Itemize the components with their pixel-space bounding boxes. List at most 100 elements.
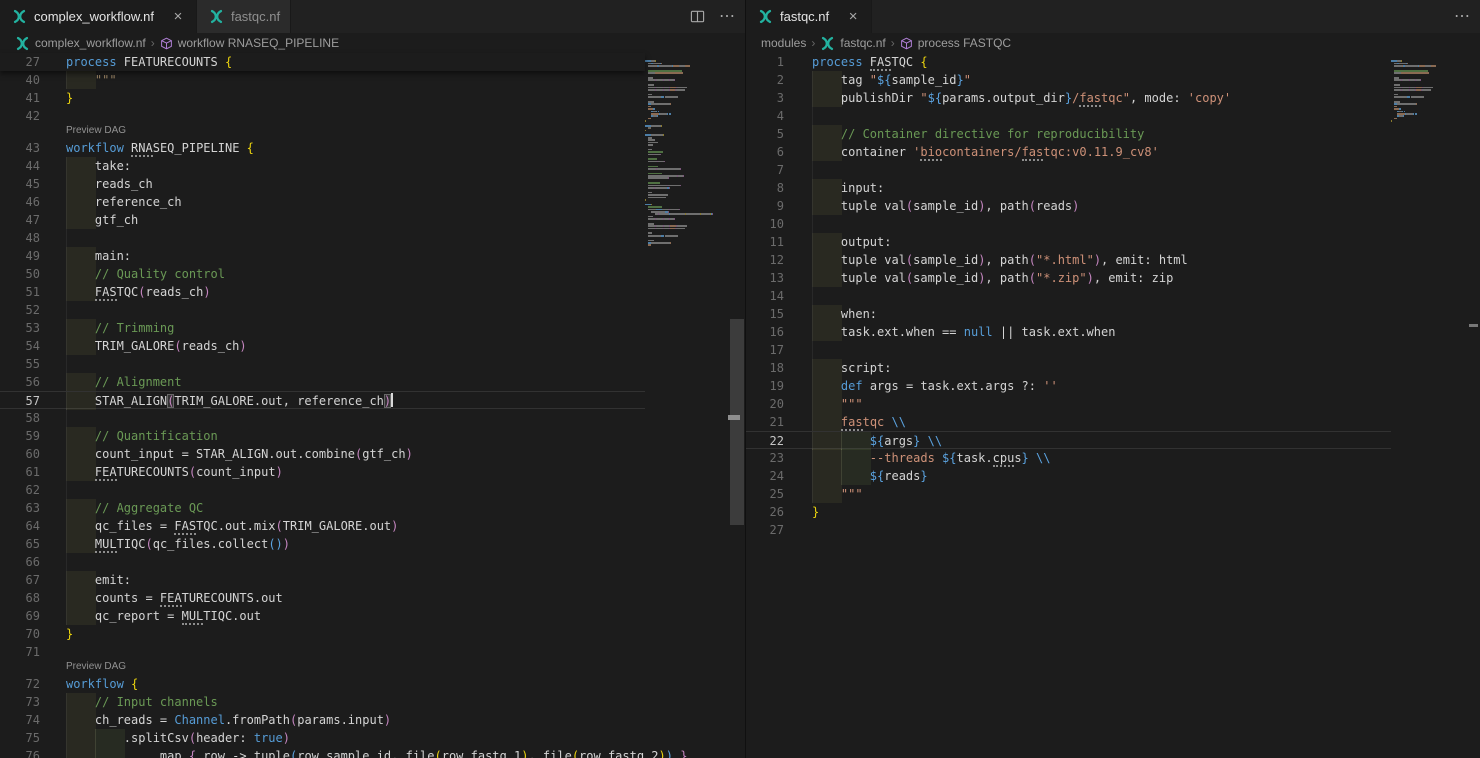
code-text[interactable]: // Input channels [66, 693, 218, 711]
code-text[interactable]: } [66, 625, 73, 643]
code-text[interactable]: gtf_ch [66, 211, 138, 229]
tab-fastqc.nf[interactable]: fastqc.nf [197, 0, 291, 33]
code-text[interactable]: qc_files = FASTQC.out.mix(TRIM_GALORE.ou… [66, 517, 398, 535]
code-text[interactable]: // Quality control [66, 265, 225, 283]
line-number[interactable]: 61 [0, 463, 40, 481]
code-text[interactable]: // Trimming [66, 319, 174, 337]
code-text[interactable]: process FEATURECOUNTS { [66, 53, 232, 71]
line-number[interactable]: 48 [0, 229, 40, 247]
line-number[interactable]: 1 [746, 53, 784, 71]
line-number[interactable]: 11 [746, 233, 784, 251]
codelens-preview-dag[interactable]: Preview DAG [66, 661, 126, 672]
code-text[interactable]: ${reads} [812, 467, 928, 485]
line-number[interactable]: 53 [0, 319, 40, 337]
line-number[interactable]: 17 [746, 341, 784, 359]
line-number[interactable]: 7 [746, 161, 784, 179]
line-number[interactable]: 69 [0, 607, 40, 625]
breadcrumb-item[interactable]: process FASTQC [900, 36, 1011, 50]
line-number[interactable]: 64 [0, 517, 40, 535]
code-text[interactable]: when: [812, 305, 877, 323]
line-number[interactable]: 71 [0, 643, 40, 661]
line-number[interactable]: 56 [0, 373, 40, 391]
line-number[interactable]: 27 [0, 53, 40, 71]
code-text[interactable]: take: [66, 157, 131, 175]
code-text[interactable]: ch_reads = Channel.fromPath(params.input… [66, 711, 391, 729]
breadcrumb-item[interactable]: modules [761, 36, 806, 50]
code-text[interactable]: .map { row -> tuple(row.sample_id, file(… [66, 747, 687, 758]
split-editor-icon[interactable] [690, 9, 705, 24]
code-text[interactable]: TRIM_GALORE(reads_ch) [66, 337, 247, 355]
code-text[interactable]: input: [812, 179, 884, 197]
line-number[interactable]: 10 [746, 215, 784, 233]
line-number[interactable]: 18 [746, 359, 784, 377]
line-number[interactable]: 45 [0, 175, 40, 193]
code-text[interactable]: workflow { [66, 675, 138, 693]
sticky-scroll-line[interactable]: 27 process FEATURECOUNTS { [0, 53, 645, 71]
line-number[interactable]: 72 [0, 675, 40, 693]
code-text[interactable]: counts = FEATURECOUNTS.out [66, 589, 283, 607]
line-number[interactable]: 76 [0, 747, 40, 758]
line-number[interactable]: 40 [0, 71, 40, 89]
line-number[interactable]: 58 [0, 409, 40, 427]
code-text[interactable]: reads_ch [66, 175, 153, 193]
line-number[interactable]: 59 [0, 427, 40, 445]
code-text[interactable]: .splitCsv(header: true) [66, 729, 290, 747]
line-number[interactable]: 57 [0, 392, 40, 410]
line-number[interactable]: 12 [746, 251, 784, 269]
code-text[interactable]: tag "${sample_id}" [812, 71, 971, 89]
more-actions-icon[interactable]: ⋯ [1454, 12, 1470, 22]
line-number[interactable]: 19 [746, 377, 784, 395]
line-number[interactable]: 73 [0, 693, 40, 711]
code-text[interactable]: --threads ${task.cpus} \\ [812, 449, 1050, 467]
line-number[interactable]: 49 [0, 247, 40, 265]
line-number[interactable]: 52 [0, 301, 40, 319]
tab-complex_workflow.nf[interactable]: complex_workflow.nf× [0, 0, 197, 33]
line-number[interactable]: 42 [0, 107, 40, 125]
close-icon[interactable]: × [170, 9, 186, 25]
code-text[interactable]: output: [812, 233, 891, 251]
code-text[interactable]: FEATURECOUNTS(count_input) [66, 463, 283, 481]
more-actions-icon[interactable]: ⋯ [719, 12, 735, 22]
tab-fastqc.nf[interactable]: fastqc.nf× [746, 0, 872, 33]
line-number[interactable]: 74 [0, 711, 40, 729]
line-number[interactable]: 66 [0, 553, 40, 571]
code-text[interactable]: process FASTQC { [812, 53, 928, 71]
code-text[interactable]: count_input = STAR_ALIGN.out.combine(gtf… [66, 445, 413, 463]
line-number[interactable]: 6 [746, 143, 784, 161]
line-number[interactable]: 24 [746, 467, 784, 485]
line-number[interactable]: 67 [0, 571, 40, 589]
breadcrumb-item[interactable]: fastqc.nf [820, 36, 885, 51]
code-text[interactable]: STAR_ALIGN(TRIM_GALORE.out, reference_ch… [66, 392, 393, 410]
line-number[interactable]: 9 [746, 197, 784, 215]
line-number[interactable]: 21 [746, 413, 784, 431]
line-number[interactable]: 60 [0, 445, 40, 463]
code-text[interactable]: script: [812, 359, 891, 377]
code-text[interactable]: task.ext.when == null || task.ext.when [812, 323, 1115, 341]
code-text[interactable]: // Alignment [66, 373, 182, 391]
line-number[interactable]: 47 [0, 211, 40, 229]
line-number[interactable]: 62 [0, 481, 40, 499]
code-text[interactable]: """ [812, 395, 863, 413]
code-text[interactable]: def args = task.ext.args ?: '' [812, 377, 1058, 395]
vertical-scrollbar[interactable] [730, 53, 744, 758]
line-number[interactable]: 23 [746, 449, 784, 467]
code-text[interactable]: """ [66, 71, 117, 89]
code-text[interactable]: MULTIQC(qc_files.collect()) [66, 535, 290, 553]
code-text[interactable]: fastqc \\ [812, 413, 906, 431]
code-text[interactable]: ${args} \\ [812, 432, 942, 450]
close-icon[interactable]: × [845, 9, 861, 25]
code-text[interactable]: } [66, 89, 73, 107]
line-number[interactable]: 14 [746, 287, 784, 305]
code-text[interactable]: main: [66, 247, 131, 265]
line-number[interactable]: 75 [0, 729, 40, 747]
line-number[interactable]: 20 [746, 395, 784, 413]
line-number[interactable]: 51 [0, 283, 40, 301]
minimap[interactable] [1391, 53, 1455, 118]
breadcrumb-item[interactable]: workflow RNASEQ_PIPELINE [160, 36, 339, 50]
code-text[interactable]: FASTQC(reads_ch) [66, 283, 211, 301]
minimap[interactable] [645, 53, 729, 239]
line-number[interactable]: 50 [0, 265, 40, 283]
code-text[interactable]: workflow RNASEQ_PIPELINE { [66, 139, 254, 157]
line-number[interactable]: 46 [0, 193, 40, 211]
code-text[interactable]: tuple val(sample_id), path("*.html"), em… [812, 251, 1188, 269]
